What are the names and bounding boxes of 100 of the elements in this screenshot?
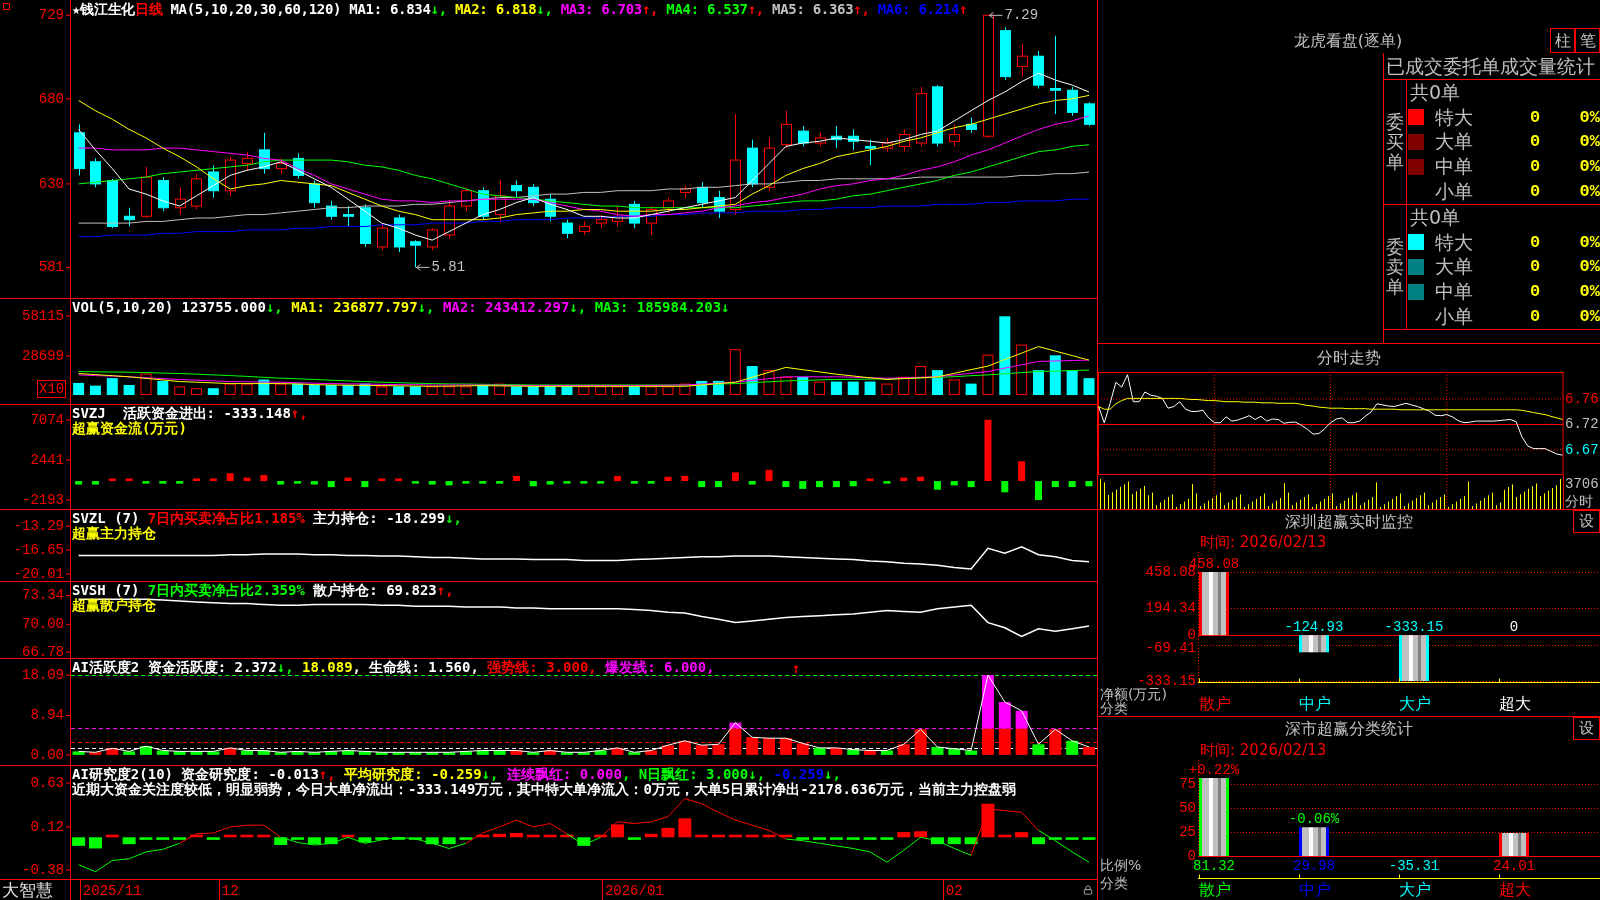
volume-bar [325, 384, 337, 396]
activity-bar [459, 751, 472, 755]
volume-bar [1016, 344, 1028, 396]
research-bar [964, 837, 978, 845]
volume-bar [982, 354, 994, 396]
order-count: 0 [1528, 258, 1542, 276]
date-axis-label: 12 [221, 882, 239, 899]
stats-header: 已成交委托单成交量统计 [1385, 56, 1595, 76]
research-bar [594, 834, 608, 838]
activity-bar [560, 752, 573, 755]
activity-bar [830, 747, 843, 755]
axis-tick-label: 729 [38, 7, 64, 24]
candle [865, 139, 876, 166]
activity-bar [965, 750, 978, 755]
candle [427, 227, 438, 251]
candle [343, 205, 354, 227]
candle [259, 132, 270, 175]
research-bar [678, 818, 692, 838]
candle [1017, 43, 1028, 78]
research-bar [526, 834, 540, 838]
fund-flow-bar [799, 481, 807, 489]
activity-bar [241, 750, 253, 755]
view-toggle-button[interactable]: 笔 [1575, 28, 1600, 53]
activity-bar [998, 728, 1011, 755]
indicator-legend: 超赢资金流(万元) [72, 421, 187, 436]
activity-bar [1032, 744, 1045, 755]
volume-bar [409, 386, 421, 396]
fund-flow-bar [984, 419, 992, 482]
value-label: -333.15 [1384, 619, 1444, 636]
axis-tick-label: 680 [38, 90, 64, 107]
candle [511, 180, 522, 199]
research-bar [190, 834, 203, 838]
axis-tick-label: 66.78 [22, 644, 64, 658]
activity-bar [645, 750, 658, 755]
fund-flow-bar [159, 481, 167, 484]
activity-bar [931, 746, 944, 755]
settings-button[interactable]: 设 [1573, 510, 1600, 533]
lock-icon [1083, 885, 1093, 895]
fund-flow-bar [277, 481, 285, 485]
volume-bar [1066, 370, 1078, 396]
axis-tick-label: -69.41 [1145, 640, 1196, 657]
order-size-label: 特大 [1435, 232, 1474, 252]
fund-flow-bar [832, 481, 840, 488]
axis-tick-label: 0.12 [30, 818, 64, 835]
candle [377, 224, 388, 251]
candle [478, 186, 489, 221]
volume-bar [948, 379, 960, 396]
order-percent: 0% [1579, 183, 1600, 201]
candle [191, 173, 202, 210]
candle [444, 200, 455, 239]
candle [495, 180, 506, 222]
volume-bar [510, 386, 522, 396]
candle [899, 128, 910, 153]
axis-tick-label: 25 [1179, 824, 1196, 840]
activity-bar [476, 750, 489, 755]
indicator-legend: 超赢散户持仓 [72, 598, 156, 613]
fund-flow-bar [260, 475, 268, 482]
volume-bar [1033, 370, 1044, 396]
research-bar [1065, 837, 1079, 840]
fund-flow-bar [698, 481, 706, 488]
volume-bar [830, 381, 842, 396]
order-size-label: 大单 [1435, 257, 1474, 277]
candle [208, 164, 219, 199]
research-bar [728, 834, 742, 838]
category-label: 散户 [1199, 880, 1231, 899]
activity-bar [880, 750, 893, 755]
volume-bar [729, 349, 741, 396]
candle [916, 86, 927, 147]
settings-button[interactable]: 设 [1573, 717, 1600, 740]
activity-bar [813, 747, 826, 755]
order-size-label: 小单 [1435, 307, 1474, 327]
activity-bar [1015, 710, 1028, 729]
research-bar [543, 834, 557, 838]
volume-bar [207, 388, 219, 396]
fund-flow-bar [950, 481, 958, 486]
research-bar [291, 837, 304, 840]
volume-bar [645, 386, 657, 396]
axis-title: 净额(万元) [1100, 686, 1167, 702]
activity-bar [897, 744, 910, 755]
activity-bar [375, 752, 388, 755]
indicator-legend: SVZJ 活跃资金进出: -333.148↑, [72, 406, 308, 421]
fund-flow-bar [176, 481, 184, 484]
volume-bar [308, 384, 320, 396]
indicator-legend: 近期大资金关注度较低，明显弱势，今日大单净流出：-333.149万元，其中特大单净流入：0万元，大单5日累计净出-2178.636万元，当前主力控盘弱 [72, 782, 1017, 797]
activity-bar [308, 752, 321, 755]
volume-bar [746, 366, 758, 396]
order-count: 0 [1528, 283, 1542, 301]
candle [663, 197, 674, 214]
order-percent: 0% [1579, 283, 1600, 301]
order-count: 0 [1528, 183, 1542, 201]
research-bar [274, 837, 288, 845]
activity-bar [662, 745, 674, 755]
group-label: 委卖单 [1386, 237, 1404, 297]
candle [798, 125, 809, 147]
ratio-bar [1299, 827, 1329, 856]
activity-bar [443, 752, 456, 755]
view-toggle-button[interactable]: 柱 [1550, 28, 1575, 53]
volume-bar [426, 386, 438, 396]
activity-bar [712, 744, 725, 755]
candle [848, 128, 859, 151]
